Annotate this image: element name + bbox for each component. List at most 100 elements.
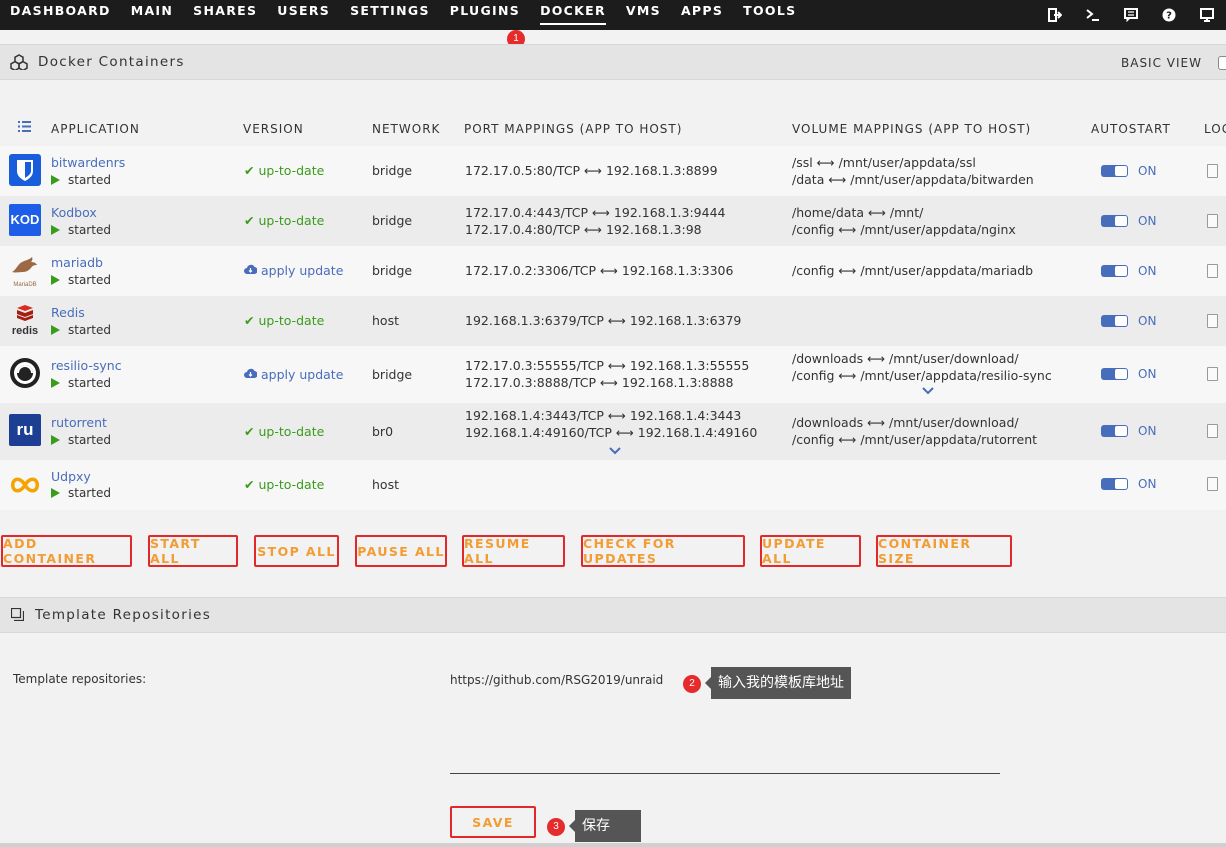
version-text: up-to-date: [258, 213, 325, 228]
check-icon: ✔: [244, 424, 255, 439]
docker-containers-titlebar: Docker Containers BASIC VIEW: [0, 44, 1226, 80]
network: bridge: [372, 263, 413, 278]
autostart-state: ON: [1138, 424, 1157, 438]
mariadb-icon: MariaDB: [9, 254, 41, 288]
app-name-link[interactable]: Redis: [51, 305, 85, 320]
resume-all-button[interactable]: RESUME ALL: [462, 535, 565, 567]
log-icon[interactable]: [1207, 264, 1218, 278]
play-icon: [51, 435, 60, 445]
volume-mapping: /home/data ⟷ /mnt/: [792, 205, 924, 220]
save-button[interactable]: SAVE: [450, 806, 536, 838]
log-icon[interactable]: [1207, 477, 1218, 491]
port-mapping: 192.168.1.4:3443/TCP ⟷ 192.168.1.4:3443: [465, 408, 742, 423]
network: br0: [372, 424, 394, 439]
version-status: ✔ up-to-date: [244, 477, 324, 492]
port-mappings: 172.17.0.2:3306/TCP ⟷ 192.168.1.3:3306: [465, 262, 733, 279]
app-name-link[interactable]: Kodbox: [51, 205, 97, 220]
textarea-underline: [450, 773, 1000, 774]
basic-view-label: BASIC VIEW: [1121, 56, 1202, 70]
log-icon[interactable]: [1207, 164, 1218, 178]
autostart-state: ON: [1138, 314, 1157, 328]
app-name-link[interactable]: resilio-sync: [51, 358, 122, 373]
volume-mapping: /ssl ⟷ /mnt/user/appdata/ssl: [792, 155, 976, 170]
nav-docker[interactable]: DOCKER: [540, 3, 606, 25]
update-all-button[interactable]: UPDATE ALL: [760, 535, 861, 567]
version-text: apply update: [260, 367, 344, 382]
feedback-icon[interactable]: [1112, 0, 1150, 30]
state-text: started: [68, 223, 111, 237]
port-mapping: 172.17.0.4:443/TCP ⟷ 192.168.1.3:9444: [465, 205, 726, 220]
autostart-toggle[interactable]: [1101, 368, 1128, 380]
terminal-icon[interactable]: [1074, 0, 1112, 30]
volume-mappings: /home/data ⟷ /mnt/ /config ⟷ /mnt/user/ap…: [792, 204, 1016, 238]
port-mappings: 172.17.0.4:443/TCP ⟷ 192.168.1.3:9444 172…: [465, 204, 725, 238]
top-nav: DASHBOARD MAIN SHARES USERS SETTINGS PLU…: [0, 0, 1226, 30]
app-name-link[interactable]: rutorrent: [51, 415, 107, 430]
nav-users[interactable]: USERS: [277, 3, 330, 23]
nav-apps[interactable]: APPS: [681, 3, 723, 23]
start-all-button[interactable]: START ALL: [148, 535, 238, 567]
autostart-toggle[interactable]: [1101, 265, 1128, 277]
nav-plugins[interactable]: PLUGINS: [450, 3, 520, 23]
nav-shares[interactable]: SHARES: [193, 3, 257, 23]
bitwarden-icon: [9, 154, 41, 186]
check-icon: ✔: [244, 477, 255, 492]
nav-tools[interactable]: TOOLS: [743, 3, 796, 23]
table-row: MariaDB mariadb started apply update bri…: [0, 246, 1226, 296]
log-icon[interactable]: [1207, 367, 1218, 381]
pause-all-button[interactable]: PAUSE ALL: [355, 535, 447, 567]
port-mapping: 192.168.1.3:6379/TCP ⟷ 192.168.1.3:6379: [465, 313, 742, 328]
app-name-link[interactable]: Udpxy: [51, 469, 91, 484]
port-mapping: 172.17.0.3:8888/TCP ⟷ 192.168.1.3:8888: [465, 375, 734, 390]
add-container-button[interactable]: ADD CONTAINER: [1, 535, 132, 567]
log-icon[interactable]: [1207, 424, 1218, 438]
nav-main[interactable]: MAIN: [131, 3, 173, 23]
volume-mappings: /config ⟷ /mnt/user/appdata/mariadb: [792, 262, 1033, 279]
nav-icons: ?: [1036, 0, 1226, 30]
network: bridge: [372, 367, 413, 382]
port-mappings: 192.168.1.3:6379/TCP ⟷ 192.168.1.3:6379: [465, 312, 741, 329]
list-icon[interactable]: [18, 121, 31, 135]
play-icon: [51, 225, 60, 235]
app-name-link[interactable]: mariadb: [51, 255, 103, 270]
app-state: started: [51, 223, 111, 237]
version-status: ✔ up-to-date: [244, 424, 324, 439]
autostart-state: ON: [1138, 477, 1157, 491]
basic-view-toggle[interactable]: [1218, 56, 1226, 70]
check-icon: ✔: [244, 163, 255, 178]
nav-settings[interactable]: SETTINGS: [350, 3, 430, 23]
template-repositories-input[interactable]: https://github.com/RSG2019/unraid: [450, 673, 663, 687]
col-autostart: AUTOSTART: [1091, 122, 1171, 136]
table-row: bitwardenrs started ✔ up-to-date bridge …: [0, 146, 1226, 196]
port-mapping: 172.17.0.2:3306/TCP ⟷ 192.168.1.3:3306: [465, 263, 734, 278]
nav-vms[interactable]: VMS: [626, 3, 661, 23]
rutorrent-icon: ru: [9, 414, 41, 446]
app-name-link[interactable]: bitwardenrs: [51, 155, 125, 170]
bottom-divider: [0, 843, 1226, 847]
table-row: ru rutorrent started ✔ up-to-date br0 19…: [0, 403, 1226, 460]
volume-mappings: /downloads ⟷ /mnt/user/download/ /config …: [792, 414, 1037, 448]
check-for-updates-button[interactable]: CHECK FOR UPDATES: [581, 535, 745, 567]
port-mapping: 192.168.1.4:49160/TCP ⟷ 192.168.1.4:4916…: [465, 425, 758, 440]
cloud-download-icon: [244, 367, 258, 382]
log-icon[interactable]: [1207, 314, 1218, 328]
nav-dashboard[interactable]: DASHBOARD: [10, 3, 111, 23]
autostart-toggle[interactable]: [1101, 478, 1128, 490]
play-icon: [51, 325, 60, 335]
autostart-state: ON: [1138, 264, 1157, 278]
autostart-toggle[interactable]: [1101, 165, 1128, 177]
chevron-down-icon[interactable]: [922, 384, 934, 398]
chevron-down-icon[interactable]: [609, 444, 621, 458]
autostart-toggle[interactable]: [1101, 215, 1128, 227]
log-icon[interactable]: [1207, 214, 1218, 228]
logout-icon[interactable]: [1036, 0, 1074, 30]
stop-all-button[interactable]: STOP ALL: [254, 535, 339, 567]
autostart-toggle[interactable]: [1101, 425, 1128, 437]
port-mapping: 172.17.0.4:80/TCP ⟷ 192.168.1.3:98: [465, 222, 702, 237]
version-status[interactable]: apply update: [244, 367, 343, 382]
help-icon[interactable]: ?: [1150, 0, 1188, 30]
monitor-icon[interactable]: [1188, 0, 1226, 30]
autostart-toggle[interactable]: [1101, 315, 1128, 327]
version-status[interactable]: apply update: [244, 263, 343, 278]
container-size-button[interactable]: CONTAINER SIZE: [876, 535, 1012, 567]
